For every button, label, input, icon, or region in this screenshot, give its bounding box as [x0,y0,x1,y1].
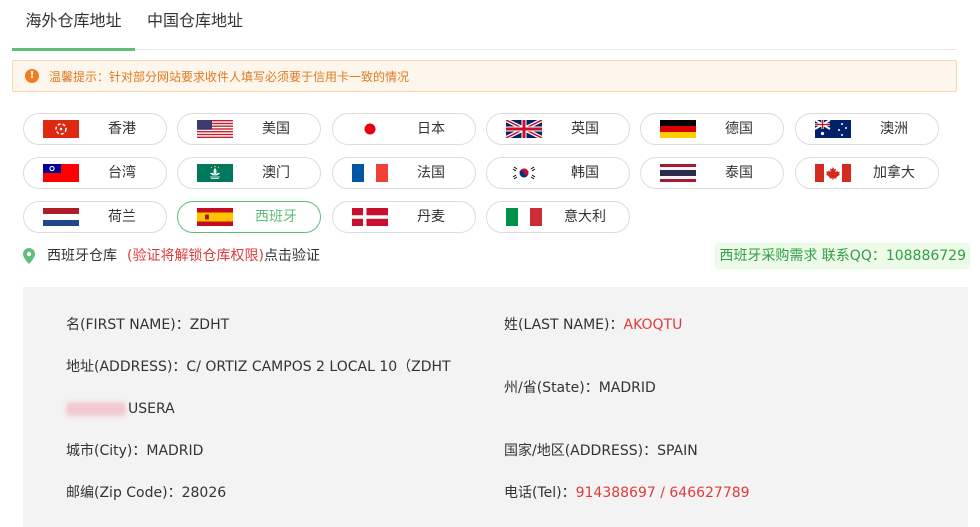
verify-link[interactable]: 点击验证 [264,246,320,266]
tel-label: 电话(Tel)： [504,485,576,501]
address-field: 地址(ADDRESS)：C/ ORTIZ CAMPOS 2 LOCAL 10（Z… [66,357,451,377]
state-field: 州/省(State)：MADRID [504,378,656,398]
country-button-korea[interactable]: 韩国 [486,157,630,189]
city-field: 城市(City)：MADRID [66,441,203,461]
country-label: 意大利 [564,209,606,225]
state-label: 州/省(State)： [504,380,599,396]
country-label: 丹麦 [417,209,445,225]
country-label: 加拿大 [873,165,915,181]
notice-banner: ! 温馨提示：针对部分网站要求收件人填写必须要于信用卡一致的情况 [12,60,957,92]
country-button-australia[interactable]: 澳洲 [795,113,939,145]
country-label: 韩国 [571,165,599,181]
country-button-uk[interactable]: 英国 [486,113,630,145]
country-label: 英国 [571,121,599,137]
warehouse-name: 西班牙仓库 [47,248,117,264]
netherlands-flag-icon [43,208,79,226]
warehouse-location: 西班牙仓库 (验证将解锁仓库权限) 点击验证 [23,246,320,266]
city-value: MADRID [146,443,204,459]
address-line1: C/ ORTIZ CAMPOS 2 LOCAL 10（ZDHT [186,359,451,375]
country-label: 德国 [725,121,753,137]
first-name-field: 名(FIRST NAME)：ZDHT [66,315,229,335]
denmark-flag-icon [352,208,388,226]
germany-flag-icon [660,120,696,138]
zip-field: 邮编(Zip Code)：28026 [66,483,226,503]
verify-hint: (验证将解锁仓库权限) [127,248,264,264]
tel-field: 电话(Tel)：914388697 / 646627789 [504,483,750,503]
tel-value: 914388697 / 646627789 [575,485,750,501]
address-line2-field: USERA [66,399,175,419]
country-button-canada[interactable]: 加拿大 [795,157,939,189]
country-button-macau[interactable]: 澳门 [177,157,321,189]
last-name-field: 姓(LAST NAME)：AKOQTU [504,315,682,335]
country-label: 法国 [417,165,445,181]
canada-flag-icon [815,164,851,182]
country-field: 国家/地区(ADDRESS)：SPAIN [504,441,698,461]
country-button-denmark[interactable]: 丹麦 [332,201,476,233]
tab-china-warehouse[interactable]: 中国仓库地址 [147,0,251,50]
first-name-label: 名(FIRST NAME)： [66,317,190,333]
first-name-value: ZDHT [189,317,230,333]
tab-overseas-warehouse[interactable]: 海外仓库地址 [12,0,135,51]
state-value: MADRID [598,380,656,396]
france-flag-icon [352,164,388,182]
taiwan-flag-icon [43,164,79,182]
last-name-value: AKOQTU [623,317,683,333]
macau-flag-icon [197,164,233,182]
address-label: 地址(ADDRESS)： [66,359,187,375]
country-label: 台湾 [108,165,136,181]
thailand-flag-icon [660,164,696,182]
zip-label: 邮编(Zip Code)： [66,485,182,501]
country-label: 香港 [108,121,136,137]
warehouse-tabs: 海外仓库地址 中国仓库地址 [12,0,957,51]
country-label: 美国 [262,121,290,137]
country-button-thailand[interactable]: 泰国 [640,157,784,189]
exclamation-icon: ! [25,69,39,83]
address-line2: USERA [128,401,175,417]
country-label: 荷兰 [108,209,136,225]
country-label: 西班牙 [255,209,297,225]
country-label: 澳洲 [880,121,908,137]
zip-value: 28026 [181,485,227,501]
location-pin-icon [23,248,35,264]
country-button-hong-kong[interactable]: 香港 [23,113,167,145]
country-button-spain[interactable]: 西班牙 [177,201,321,233]
last-name-label: 姓(LAST NAME)： [504,317,624,333]
australia-flag-icon [815,120,851,138]
uk-flag-icon [506,120,542,138]
country-button-taiwan[interactable]: 台湾 [23,157,167,189]
korea-flag-icon [506,164,542,182]
italy-flag-icon [506,208,542,226]
country-label: 日本 [417,121,445,137]
usa-flag-icon [197,120,233,138]
hong-kong-flag-icon [43,120,79,138]
country-button-netherlands[interactable]: 荷兰 [23,201,167,233]
spain-flag-icon [197,208,233,226]
country-value: SPAIN [657,443,698,459]
notice-text: 温馨提示：针对部分网站要求收件人填写必须要于信用卡一致的情况 [49,69,410,84]
country-button-france[interactable]: 法国 [332,157,476,189]
city-label: 城市(City)： [66,443,147,459]
country-button-italy[interactable]: 意大利 [486,201,630,233]
japan-flag-icon [352,120,388,138]
country-button-japan[interactable]: 日本 [332,113,476,145]
contact-qq: 西班牙采购需求 联系QQ：108886729 [717,245,968,267]
redacted-text [66,402,126,416]
country-label: 国家/地区(ADDRESS)： [504,443,658,459]
country-label: 泰国 [725,165,753,181]
country-label: 澳门 [262,165,290,181]
address-panel: 名(FIRST NAME)：ZDHT 姓(LAST NAME)：AKOQTU 地… [23,287,968,527]
country-button-usa[interactable]: 美国 [177,113,321,145]
country-button-germany[interactable]: 德国 [640,113,784,145]
